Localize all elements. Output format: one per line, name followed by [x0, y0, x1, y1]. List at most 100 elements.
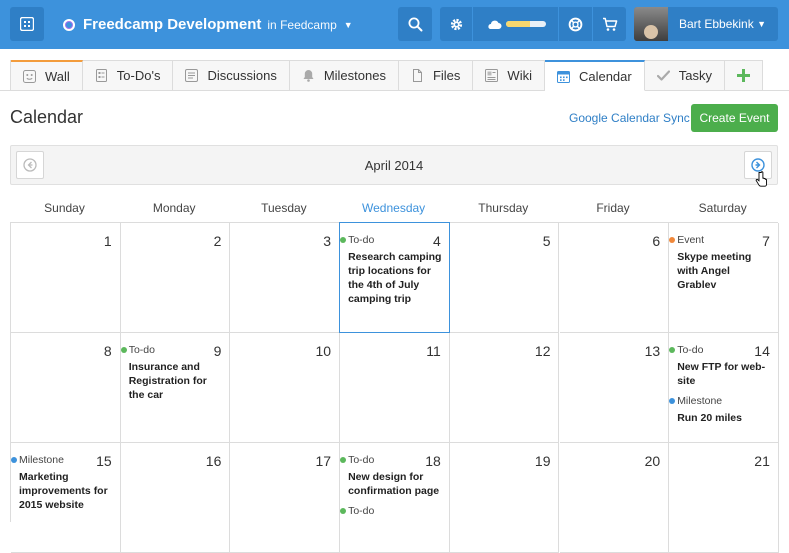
day-number: 20: [644, 453, 661, 469]
discussion-icon: [185, 69, 199, 82]
bell-icon: [303, 70, 314, 82]
plus-icon: [736, 69, 750, 82]
event-title: Skype meeting with Angel Grablev: [677, 251, 752, 291]
day-of-week-header: Monday: [152, 201, 196, 215]
project-group: in Feedcamp: [267, 17, 337, 32]
event-type-label: To-do: [340, 233, 443, 247]
day-number: 10: [315, 343, 332, 359]
smiley-icon: [23, 69, 36, 83]
calendar-event[interactable]: To-do New design for confirmation page: [340, 453, 443, 498]
wiki-icon: [485, 69, 499, 82]
calendar-day-cell[interactable]: 13: [559, 333, 670, 443]
calendar-day-cell[interactable]: 7 Event Skype meeting with Angel Grablev: [669, 223, 779, 333]
calendar-event[interactable]: Milestone Marketing improvements for 2015…: [11, 453, 114, 512]
user-name: Bart Ebbekink: [679, 17, 754, 31]
calendar-day-cell[interactable]: 6: [559, 223, 670, 333]
event-title: Research camping trip locations for the …: [348, 251, 442, 305]
calendar-day-cell[interactable]: 12: [449, 333, 560, 443]
tab-wall[interactable]: Wall: [11, 60, 83, 91]
tab-label: Wiki: [507, 68, 532, 83]
tab-tasky[interactable]: Tasky: [644, 60, 725, 91]
event-type-label: Milestone: [11, 453, 114, 467]
create-event-button[interactable]: Create Event: [691, 104, 778, 132]
calendar-event[interactable]: To-do New FTP for web-site: [669, 343, 772, 388]
project-selector[interactable]: Freedcamp Development in Feedcamp ▼: [63, 0, 353, 49]
calendar-icon: [556, 70, 570, 83]
tab-todos[interactable]: To-Do's: [82, 60, 174, 91]
calendar-day-cell[interactable]: 8: [11, 333, 121, 443]
google-calendar-sync-link[interactable]: Google Calendar Sync: [569, 111, 690, 125]
search-icon: [408, 17, 422, 31]
event-type-label: To-do: [669, 343, 772, 357]
top-bar: Freedcamp Development in Feedcamp ▼ Bart…: [0, 0, 789, 49]
tab-milestones[interactable]: Milestones: [289, 60, 399, 91]
tab-wiki[interactable]: Wiki: [473, 60, 545, 91]
tab-label: Wall: [45, 68, 70, 84]
gear-icon: [450, 18, 462, 30]
event-title: New design for confirmation page: [348, 471, 440, 497]
day-number: 2: [213, 233, 222, 249]
todo-icon: [95, 69, 107, 82]
help-button[interactable]: [559, 7, 592, 41]
store-button[interactable]: [593, 7, 626, 41]
day-of-week-header: Sunday: [44, 201, 85, 215]
day-number: 3: [323, 233, 332, 249]
day-number: 13: [644, 343, 661, 359]
event-title: Marketing improvements for 2015 website: [19, 471, 108, 511]
day-of-week-header: Wednesday: [362, 201, 426, 215]
day-number: 12: [534, 343, 551, 359]
cloud-icon: [487, 20, 501, 29]
calendar-grid: 1 2 3 4 To-do Research camping trip locations…: [10, 222, 779, 553]
event-type-label: To-do: [340, 504, 443, 518]
project-name: Freedcamp Development: [83, 16, 262, 33]
day-of-week-header: Saturday: [698, 201, 747, 215]
calendar-day-cell[interactable]: 15 Milestone Marketing improvements for 20…: [11, 443, 121, 553]
day-of-week-header: Friday: [596, 201, 630, 215]
settings-button[interactable]: [440, 7, 472, 41]
day-number: 21: [754, 453, 770, 469]
day-number: 8: [103, 343, 112, 359]
calendar-day-cell[interactable]: 21: [669, 443, 779, 553]
calendar-day-cell[interactable]: 4 To-do Research camping trip locations fo…: [339, 222, 450, 333]
calendar-day-cell[interactable]: 19: [449, 443, 560, 553]
user-menu[interactable]: Bart Ebbekink ▼: [634, 7, 778, 41]
apps-button[interactable]: [10, 7, 44, 41]
tab-calendar[interactable]: Calendar: [544, 60, 645, 91]
event-type-label: Event: [669, 233, 772, 247]
calendar-event[interactable]: To-do Research camping trip locations for…: [340, 233, 443, 306]
day-number: 17: [315, 453, 332, 469]
search-button[interactable]: [398, 7, 432, 41]
calendar-event[interactable]: Milestone Run 20 miles: [669, 394, 772, 425]
calendar-day-cell[interactable]: 11: [340, 333, 450, 443]
tab-files[interactable]: Files: [398, 60, 474, 91]
calendar-day-cell[interactable]: 5: [449, 223, 560, 333]
chevron-down-icon: ▼: [757, 19, 766, 29]
tab-discussions[interactable]: Discussions: [173, 60, 290, 91]
chevron-down-icon: ▼: [343, 19, 353, 30]
calendar-day-cell[interactable]: 3: [230, 223, 341, 333]
calendar-day-cell[interactable]: 17: [230, 443, 341, 553]
calendar-day-cell[interactable]: 1: [11, 223, 121, 333]
day-number: 1: [103, 233, 112, 249]
calendar-day-cell[interactable]: 2: [120, 223, 231, 333]
calendar-day-cell[interactable]: 20: [559, 443, 670, 553]
check-icon: [656, 70, 670, 81]
page-title: Calendar: [10, 107, 84, 127]
event-title: [348, 518, 443, 521]
avatar: [634, 7, 668, 41]
apps-grid-icon: [20, 17, 34, 31]
calendar-event[interactable]: Event Skype meeting with Angel Grablev: [669, 233, 772, 292]
calendar-day-cell[interactable]: 9 To-do Insurance and Registration for the…: [120, 333, 231, 443]
calendar-event[interactable]: To-do Insurance and Registration for the …: [120, 343, 224, 402]
calendar-day-cell[interactable]: 18 To-do New design for confirmation page T…: [340, 443, 450, 553]
calendar-day-cell[interactable]: 14 To-do New FTP for web-site Milestone Run …: [669, 333, 779, 443]
event-type-label: To-do: [340, 453, 443, 467]
project-tabs: Wall To-Do's Discussions Milestones File…: [10, 60, 763, 91]
tab-label: To-Do's: [116, 68, 161, 83]
calendar-day-cell[interactable]: 16: [120, 443, 231, 553]
day-number: 19: [534, 453, 551, 469]
storage-indicator[interactable]: [473, 7, 558, 41]
calendar-day-cell[interactable]: 10: [230, 333, 341, 443]
add-tab-button[interactable]: [724, 60, 763, 91]
tab-label: Milestones: [323, 68, 386, 83]
